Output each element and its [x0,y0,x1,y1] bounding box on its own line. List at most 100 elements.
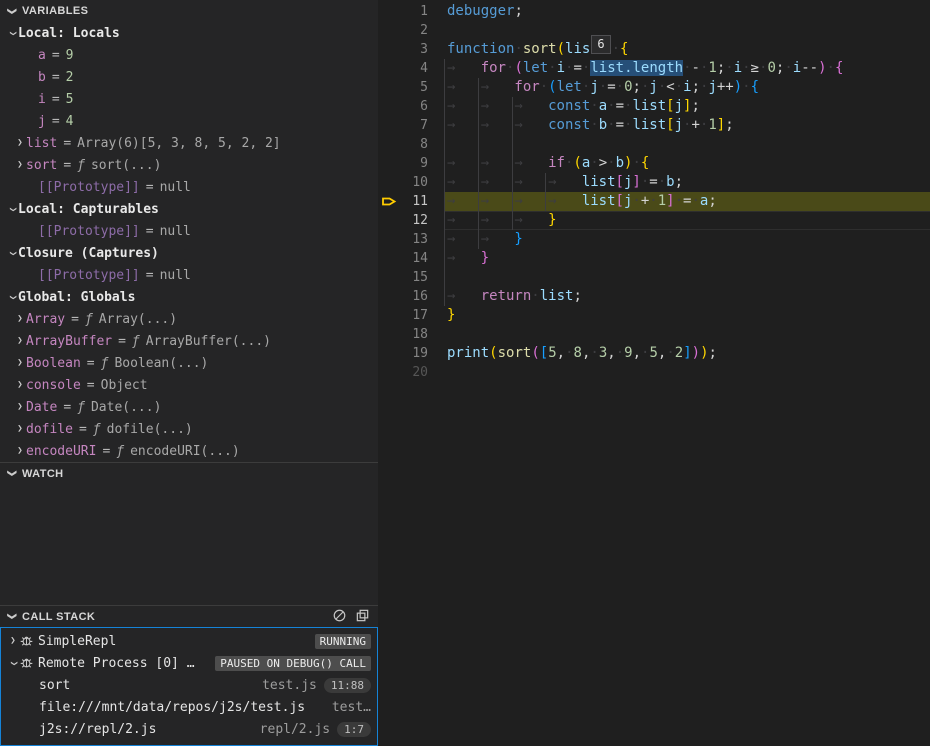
equals-sign: = [46,114,66,129]
variable-row[interactable]: a=9 [0,44,378,66]
line-number[interactable]: 14 [402,249,428,268]
variable-row[interactable]: ❯Date=ƒDate(...) [0,396,378,418]
variable-row[interactable]: ❯sort=ƒsort(...) [0,154,378,176]
whitespace-dot: · [649,193,657,209]
code-line[interactable]: 8 [378,135,930,154]
callstack-frame-row[interactable]: sorttest.js11:88 [1,674,377,696]
code-line[interactable]: 4→for·(let·i·=·list.length·-·1;·i·≥·0;·i… [378,59,930,78]
variable-row[interactable]: ❯list=Array(6)[5, 3, 8, 5, 2, 2] [0,132,378,154]
variable-name: Array [26,312,65,327]
whitespace-dot: · [607,117,615,133]
variable-row[interactable]: ❯Boolean=ƒBoolean(...) [0,352,378,374]
variables-scope-row[interactable]: ❯Local: Locals [0,22,378,44]
code-line[interactable]: 2 [378,21,930,40]
bracket: ( [548,79,556,95]
variable: j [649,79,657,95]
tab-arrow: → [514,211,548,230]
code-line[interactable]: 13→→} [378,230,930,249]
callstack-session-row[interactable]: ❯SimpleReplRUNNING [1,630,377,652]
bracket: ) [692,345,700,361]
variable-row[interactable]: [[Prototype]]=null [0,264,378,286]
callstack-session-row[interactable]: ❯Remote Process [0] …PAUSED ON DEBUG() C… [1,652,377,674]
tab-arrow: → [481,192,515,211]
number: 3 [599,345,607,361]
code-line[interactable]: 15 [378,268,930,287]
variables-pane-header[interactable]: ❯ VARIABLES [0,0,378,22]
code-line-text: →→→if·(a·>·b)·{ [444,154,930,173]
code-line[interactable]: 5→→for·(let·j·=·0;·j·<·i;·j++)·{ [378,78,930,97]
line-number[interactable]: 1 [402,2,428,21]
line-number[interactable]: 16 [402,287,428,306]
line-number[interactable]: 15 [402,268,428,287]
bracket: } [481,250,489,266]
code-editor[interactable]: 1debugger;23function·sort(lis6·{4→for·(l… [378,0,930,746]
code-line[interactable]: 3function·sort(lis6·{ [378,40,930,59]
line-number[interactable]: 4 [402,59,428,78]
line-number[interactable]: 12 [402,211,428,230]
variable-name: dofile [26,422,73,437]
code-line[interactable]: 18 [378,325,930,344]
gutter-glyph-margin [378,249,402,268]
callstack-frame-row[interactable]: j2s://repl/2.jsrepl/2.js1:7 [1,718,377,740]
collapse-all-icon[interactable] [355,608,370,626]
operator: ; [717,60,725,76]
variables-scope-row[interactable]: ❯Global: Globals [0,286,378,308]
chevron-down-icon: ❯ [8,27,17,39]
function-glyph: ƒ [93,422,107,437]
code-line-text: →→→const·a·=·list[j]; [444,97,930,116]
code-line[interactable]: 12→→→} [378,211,930,230]
variable-row[interactable]: i=5 [0,88,378,110]
variable-row[interactable]: b=2 [0,66,378,88]
bracket: { [620,41,628,57]
variable-row[interactable]: ❯ArrayBuffer=ƒArrayBuffer(...) [0,330,378,352]
line-number[interactable]: 3 [402,40,428,59]
line-number[interactable]: 5 [402,78,428,97]
code-line[interactable]: 7→→→const·b·=·list[j·+·1]; [378,116,930,135]
number: 9 [624,345,632,361]
line-number[interactable]: 20 [402,363,428,382]
variable-row[interactable]: ❯console=Object [0,374,378,396]
variable-row[interactable]: [[Prototype]]=null [0,220,378,242]
variable-row[interactable]: ❯encodeURI=ƒencodeURI(...) [0,440,378,462]
code-line[interactable]: 16→return·list; [378,287,930,306]
whitespace-dot: · [616,79,624,95]
operator: + [691,117,699,133]
variable-row[interactable]: ❯dofile=ƒdofile(...) [0,418,378,440]
watch-pane-header[interactable]: ❯ WATCH [0,462,378,484]
callstack-pane-header[interactable]: ❯ CALL STACK [0,605,378,627]
line-number[interactable]: 2 [402,21,428,40]
line-number[interactable]: 8 [402,135,428,154]
circle-slash-icon[interactable] [332,608,347,626]
tab-arrow: → [447,59,481,78]
line-number[interactable]: 19 [402,344,428,363]
variable-row[interactable]: ❯Array=ƒArray(...) [0,308,378,330]
code-line[interactable]: 9 →→→if·(a·>·b)·{ [378,154,930,173]
code-line[interactable]: 19print(sort([5,·8,·3,·9,·5,·2])); [378,344,930,363]
debug-current-line-arrow-icon[interactable] [378,192,402,211]
line-number[interactable]: 13 [402,230,428,249]
line-number[interactable]: 11 [402,192,428,211]
code-line[interactable]: 14→} [378,249,930,268]
gutter-glyph-margin [378,154,402,173]
variables-scope-row[interactable]: ❯Closure (Captures) [0,242,378,264]
code-line[interactable]: 10→→→→list[j]·=·b; [378,173,930,192]
bracket: ( [514,60,522,76]
bracket: ] [717,117,725,133]
code-line[interactable]: 6 →→→const·a·=·list[j]; [378,97,930,116]
line-number[interactable]: 17 [402,306,428,325]
line-number[interactable]: 7 [402,116,428,135]
code-line[interactable]: 1debugger; [378,2,930,21]
line-number[interactable]: 10 [402,173,428,192]
line-number[interactable]: 18 [402,325,428,344]
code-line[interactable]: 17} [378,306,930,325]
line-number[interactable]: 6 [402,97,428,116]
callstack-pane-title: CALL STACK [22,611,95,623]
variable-row[interactable]: [[Prototype]]=null [0,176,378,198]
code-line[interactable]: 20 [378,363,930,382]
line-number[interactable]: 9 [402,154,428,173]
callstack-frame-row[interactable]: file:///mnt/data/repos/j2s/test.jstest… [1,696,377,718]
bracket: ] [632,174,640,190]
variables-scope-row[interactable]: ❯Local: Capturables [0,198,378,220]
variable-row[interactable]: j=4 [0,110,378,132]
code-line[interactable]: 11→→→→list[j·+·1]·=·a; [378,192,930,211]
